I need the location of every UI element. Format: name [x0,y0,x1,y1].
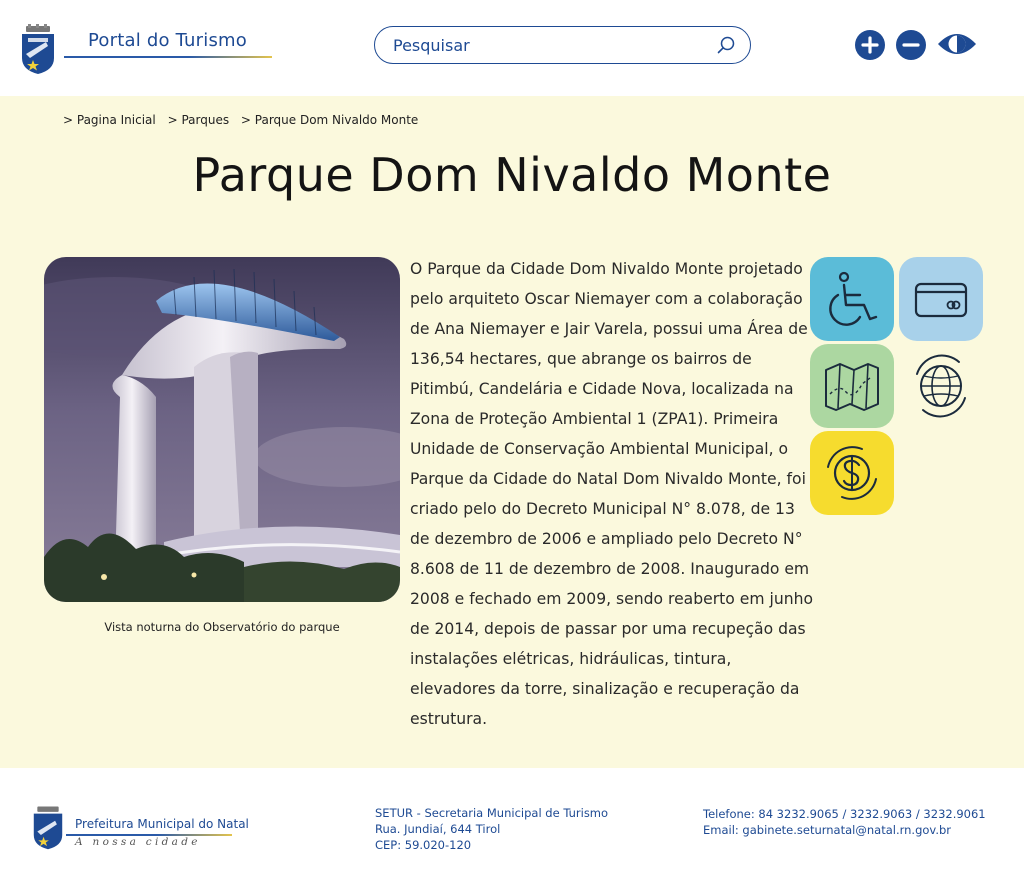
photo-caption: Vista noturna do Observatório do parque [104,620,340,634]
money-icon [827,446,877,500]
search-box [374,26,751,64]
breadcrumb: > Pagina Inicial > Parques > Parque Dom … [63,113,426,127]
main-content: > Pagina Inicial > Parques > Parque Dom … [0,96,1024,768]
footer-address: SETUR - Secretaria Municipal de Turismo … [375,805,608,853]
crest-icon [33,806,63,850]
accessibility-icon [829,271,878,326]
globe-icon [916,354,966,418]
footer-address-line: CEP: 59.020-120 [375,838,472,852]
footer-address-line: SETUR - Secretaria Municipal de Turismo [375,806,609,820]
logo-underline [64,56,272,58]
footer-phone: Telefone: 84 3232.9065 / 3232.9063 / 323… [703,807,986,821]
site-footer: Prefeitura Municipal do Natal A nossa ci… [0,768,1024,886]
observatory-image [44,257,400,602]
search-icon[interactable] [716,35,736,55]
decrease-font-button[interactable] [896,30,926,60]
zoom-out-icon [902,43,920,47]
crest-icon[interactable] [20,24,56,74]
footer-contact: Telefone: 84 3232.9065 / 3232.9063 / 323… [703,806,986,838]
footer-email[interactable]: Email: gabinete.seturnatal@natal.rn.gov.… [703,822,986,838]
footer-address-line: Rua. Jundiaí, 644 Tirol [375,822,501,836]
cost-tile[interactable] [810,431,894,515]
portal-title[interactable]: Portal do Turismo [88,30,247,51]
park-description: O Parque da Cidade Dom Nivaldo Monte pro… [410,260,814,728]
search-input[interactable] [393,33,693,57]
footer-tagline: A nossa cidade [75,836,201,848]
language-tile[interactable] [899,344,983,428]
zoom-in-icon [861,36,879,54]
park-photo [44,257,400,602]
contrast-eye-icon[interactable] [937,30,977,58]
breadcrumb-parks-link[interactable]: > Parques [168,113,230,127]
map-tile[interactable] [810,344,894,428]
card-payment-tile[interactable] [899,257,983,341]
site-header: Portal do Turismo [0,0,1024,96]
footer-org-name: Prefeitura Municipal do Natal [75,817,249,831]
increase-font-button[interactable] [855,30,885,60]
credit-card-icon [914,282,968,318]
breadcrumb-home-link[interactable]: > Pagina Inicial [63,113,156,127]
breadcrumb-current: > Parque Dom Nivaldo Monte [240,113,419,127]
accessibility-tile[interactable] [810,257,894,341]
page-title: Parque Dom Nivaldo Monte [192,148,832,202]
map-icon [825,363,879,411]
